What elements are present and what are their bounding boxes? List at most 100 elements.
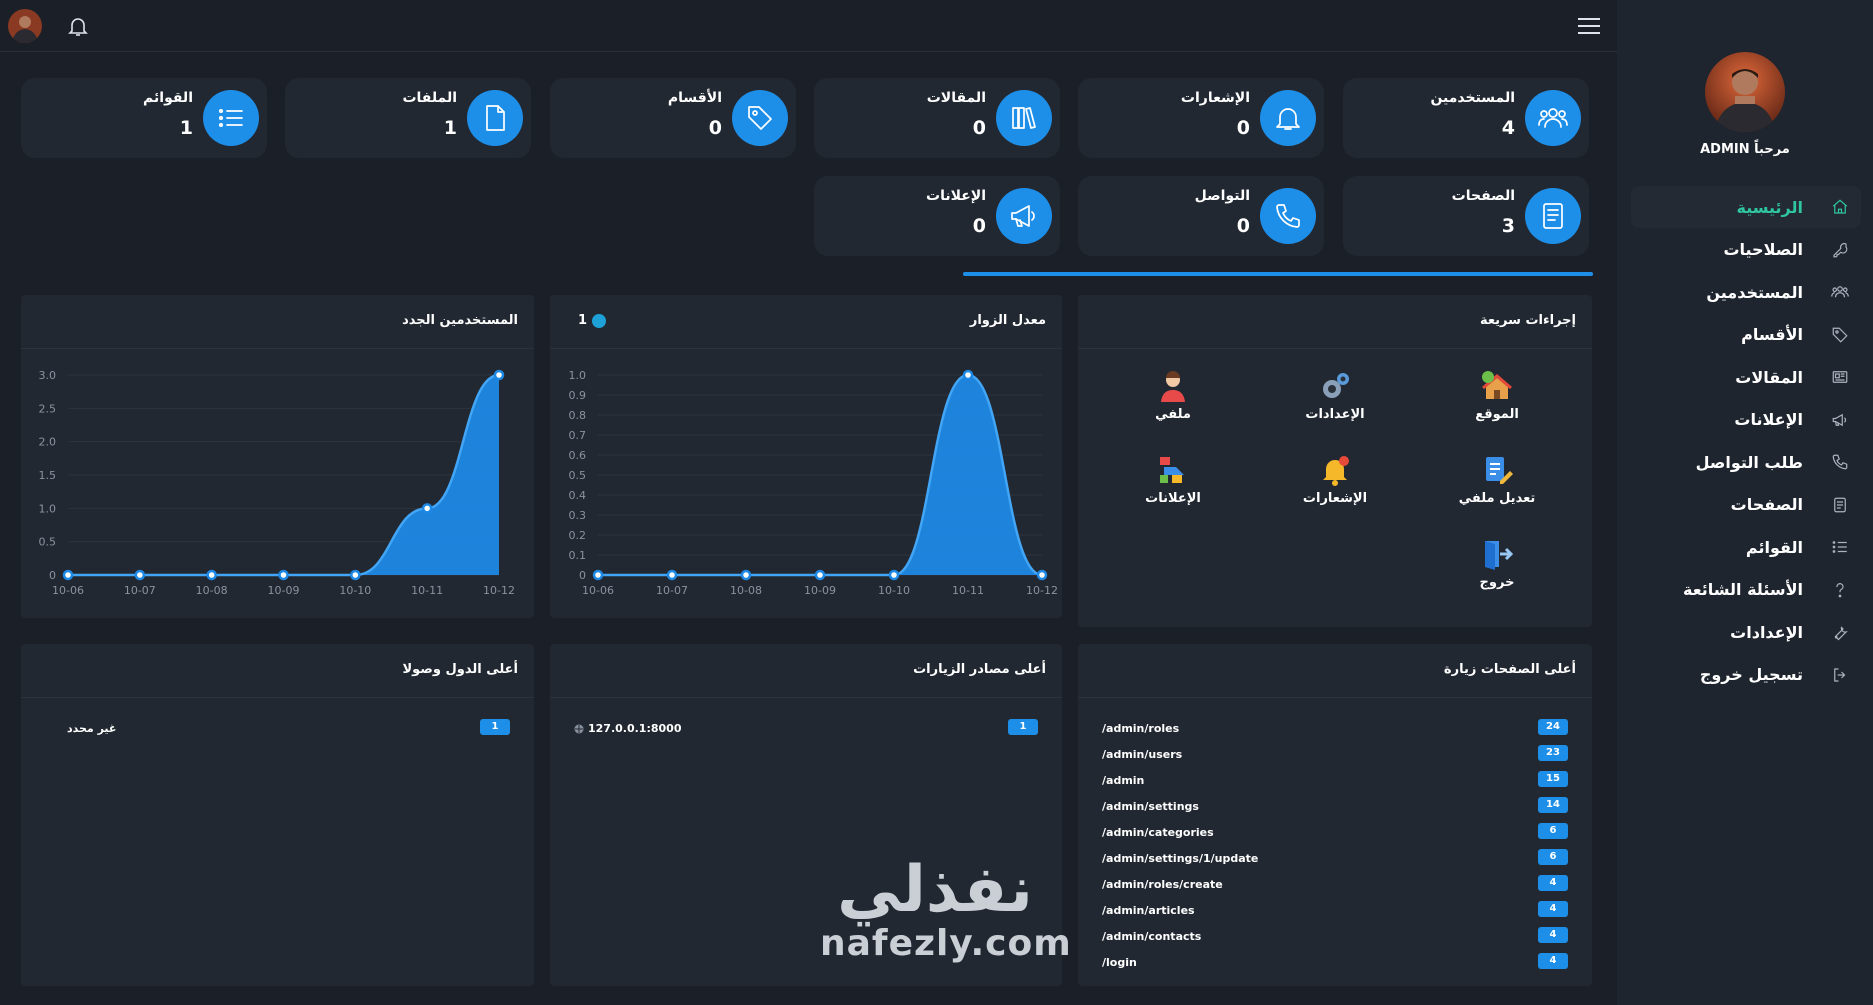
- sidebar-item-categories[interactable]: الأقسام: [1631, 314, 1861, 356]
- watermark-latin: nafezly.com: [820, 923, 1072, 964]
- page-path: /admin/roles/create: [1102, 878, 1223, 891]
- stat-card-menus[interactable]: القوائم 1: [21, 78, 267, 158]
- stat-title: الإعلانات: [926, 188, 986, 204]
- page-path: /admin/settings/1/update: [1102, 852, 1259, 865]
- stat-card-ads[interactable]: الإعلانات 0: [814, 176, 1060, 256]
- sidebar-nav: الرئيسية الصلاحيات المستخدمين الأقسام ال…: [1631, 186, 1861, 696]
- quick-action-exit[interactable]: خروج: [1442, 537, 1552, 590]
- x-tick-label: 10-12: [1026, 584, 1058, 597]
- panel-header: المستخدمين الجدد: [21, 295, 534, 349]
- page-path: /admin/articles: [1102, 904, 1195, 917]
- table-row[interactable]: /admin/roles/create 4: [1078, 873, 1592, 899]
- bell-icon[interactable]: [66, 14, 90, 38]
- stat-card-users[interactable]: المستخدمين 4: [1343, 78, 1589, 158]
- quick-action-label: الإعدادات: [1305, 407, 1365, 422]
- stat-card-categories[interactable]: الأقسام 0: [550, 78, 796, 158]
- page-path: /admin: [1102, 774, 1145, 787]
- panel-header: أعلى مصادر الزيارات: [550, 644, 1062, 698]
- panel-header: أعلى الصفحات زيارة: [1078, 644, 1592, 698]
- bell-icon: [1260, 90, 1316, 146]
- sidebar-item-contact[interactable]: طلب التواصل: [1631, 441, 1861, 483]
- stat-card-contact[interactable]: التواصل 0: [1078, 176, 1324, 256]
- stat-card-files[interactable]: الملفات 1: [285, 78, 531, 158]
- sidebar-item-pages[interactable]: الصفحات: [1631, 484, 1861, 526]
- y-tick-label: 0.5: [39, 536, 57, 549]
- quick-action-settings[interactable]: الإعدادات: [1280, 369, 1390, 422]
- sidebar-item-label: الصلاحيات: [1723, 240, 1803, 259]
- data-point: [350, 569, 361, 581]
- sidebar-item-faq[interactable]: الأسئلة الشائعة: [1631, 569, 1861, 611]
- count-badge: 6: [1538, 849, 1568, 865]
- quick-action-website[interactable]: الموقع: [1442, 369, 1552, 422]
- table-row[interactable]: /admin 15: [1078, 769, 1592, 795]
- top-avatar[interactable]: [8, 9, 42, 43]
- y-tick-label: 0.2: [569, 529, 587, 542]
- table-row[interactable]: /admin/categories 6: [1078, 821, 1592, 847]
- sidebar-item-menus[interactable]: القوائم: [1631, 526, 1861, 568]
- table-row[interactable]: غير محدد 1: [21, 717, 534, 743]
- panel-title: المستخدمين الجدد: [402, 313, 518, 328]
- settings-gears-icon: [1323, 373, 1349, 398]
- quick-action-ads[interactable]: الإعلانات: [1118, 453, 1228, 506]
- globe-icon: [574, 724, 584, 734]
- source-host: 127.0.0.1:8000: [588, 722, 682, 735]
- table-row[interactable]: /login 4: [1078, 951, 1592, 977]
- table-row[interactable]: /admin/users 23: [1078, 743, 1592, 769]
- stat-title: الإشعارات: [1180, 90, 1250, 106]
- y-tick-label: 0.7: [569, 429, 587, 442]
- newspaper-icon: [1829, 366, 1851, 388]
- data-point: [134, 569, 146, 581]
- x-tick-label: 10-11: [952, 584, 984, 597]
- sidebar-item-users[interactable]: المستخدمين: [1631, 271, 1861, 313]
- quick-action-edit-profile[interactable]: تعديل ملفي: [1442, 453, 1552, 506]
- legend-swatch[interactable]: [592, 314, 606, 328]
- welcome-text: مرحباً ADMIN: [1700, 142, 1790, 157]
- panel-header: إجراءات سريعة: [1078, 295, 1592, 349]
- table-row[interactable]: 127.0.0.1:8000 1: [550, 717, 1062, 743]
- stat-card-notifications[interactable]: الإشعارات 0: [1078, 78, 1324, 158]
- stat-count: 0: [1236, 215, 1250, 237]
- sidebar-item-logout[interactable]: تسجيل خروج: [1631, 654, 1861, 696]
- stat-count: 1: [443, 117, 457, 139]
- quick-action-notifications[interactable]: الإشعارات: [1280, 453, 1390, 506]
- stat-card-pages[interactable]: الصفحات 3: [1343, 176, 1589, 256]
- sidebar-item-roles[interactable]: الصلاحيات: [1631, 229, 1861, 271]
- top-countries-panel: أعلى الدول وصولا غير محدد 1: [21, 644, 534, 986]
- y-tick-label: 0.4: [569, 489, 587, 502]
- sidebar-item-label: طلب التواصل: [1695, 452, 1803, 472]
- count-badge: 1: [1008, 719, 1038, 735]
- phone-icon: [1829, 451, 1851, 473]
- list-icon: [1829, 536, 1851, 558]
- table-row[interactable]: /admin/articles 4: [1078, 899, 1592, 925]
- table-row[interactable]: /admin/roles 24: [1078, 717, 1592, 743]
- quick-action-profile[interactable]: ملفي: [1118, 369, 1228, 422]
- sidebar-item-settings[interactable]: الإعدادات: [1631, 611, 1861, 653]
- y-tick-label: 0.5: [569, 469, 587, 482]
- y-tick-label: 3.0: [39, 369, 57, 382]
- x-tick-label: 10-07: [656, 584, 688, 597]
- users-icon: [1829, 281, 1851, 303]
- count-badge: 4: [1538, 953, 1568, 969]
- table-row[interactable]: /admin/settings 14: [1078, 795, 1592, 821]
- sidebar-item-articles[interactable]: المقالات: [1631, 356, 1861, 398]
- table-row[interactable]: /admin/contacts 4: [1078, 925, 1592, 951]
- sidebar-item-home[interactable]: الرئيسية: [1631, 186, 1861, 228]
- panel-title: أعلى مصادر الزيارات: [913, 662, 1046, 677]
- stat-title: المقالات: [926, 90, 986, 106]
- page-path: /admin/users: [1102, 748, 1183, 761]
- stat-card-articles[interactable]: المقالات 0: [814, 78, 1060, 158]
- sidebar-item-label: تسجيل خروج: [1699, 665, 1803, 684]
- page-path: /admin/roles: [1102, 722, 1180, 735]
- table-row[interactable]: /admin/settings/1/update 6: [1078, 847, 1592, 873]
- quick-action-label: الإشعارات: [1302, 491, 1368, 506]
- sidebar-item-ads[interactable]: الإعلانات: [1631, 399, 1861, 441]
- menu-toggle-icon[interactable]: [1576, 14, 1602, 38]
- data-point: [1036, 569, 1048, 581]
- data-point: [62, 569, 74, 581]
- website-icon: [1482, 371, 1512, 399]
- count-badge: 24: [1538, 719, 1568, 735]
- user-avatar[interactable]: [1705, 52, 1785, 132]
- panel-title: معدل الزوار: [969, 313, 1046, 328]
- list-icon: [203, 90, 259, 146]
- x-tick-label: 10-06: [582, 584, 614, 597]
